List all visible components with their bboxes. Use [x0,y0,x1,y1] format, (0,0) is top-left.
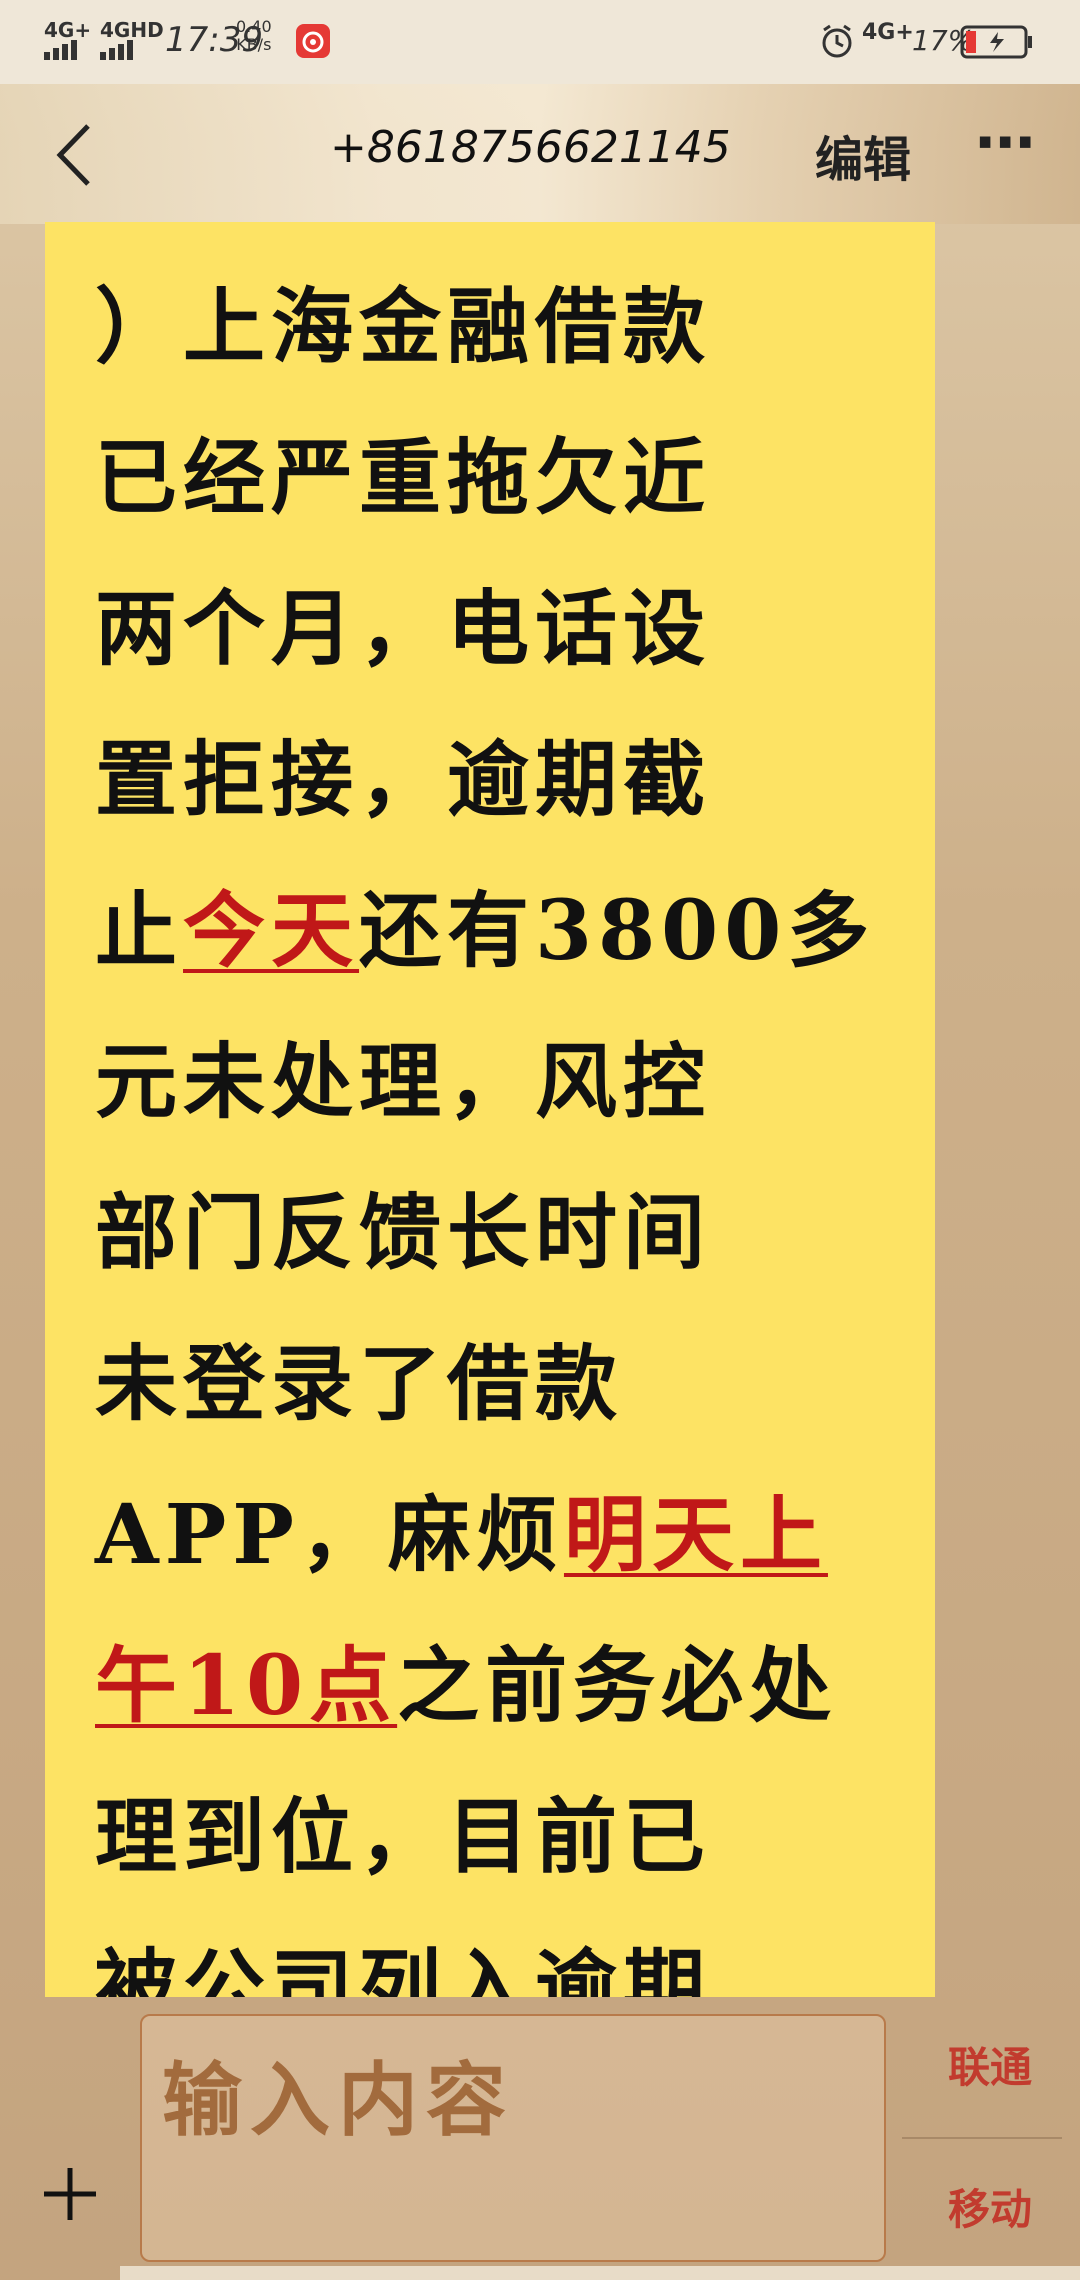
message-line: APP，麻烦明天上 [95,1460,915,1611]
highlighted-date-link[interactable]: 午10点 [95,1638,397,1734]
message-text: ）上海金融借款 已经严重拖欠近 两个月，电话设 置拒接，逾期截 止今天还有3800多 元未… [95,252,915,1997]
message-text-segment: 之前务必处 [397,1638,838,1734]
more-options-icon[interactable]: ⋯ [975,108,1035,178]
message-text-segment: 部门反馈长时间 [95,1185,712,1281]
message-text-segment: 元未处理，风控 [95,1034,712,1130]
message-input[interactable]: 输入内容 [140,2014,886,2262]
highlighted-date-link[interactable]: 明天上 [564,1487,828,1583]
status-bar: 4G+ 4GHD 17:39 0.40 KB/s 4G+ 17% [0,0,1080,84]
back-icon[interactable] [50,120,100,194]
message-text-segment: 还有3800多 [359,883,876,979]
signal-1: 4G+ [44,20,91,60]
message-line: 午10点之前务必处 [95,1611,915,1762]
message-line: 理到位，目前已 [95,1762,915,1913]
contact-number: +8618756621145 [330,122,731,173]
message-text-segment: 已经严重拖欠近 [95,430,712,526]
message-line: 部门反馈长时间 [95,1158,915,1309]
send-sim2-button[interactable]: 移动 [905,2176,1075,2237]
edit-button[interactable]: 编辑 [815,120,911,190]
message-input-placeholder: 输入内容 [162,2053,514,2147]
speed-value: 0.40 [236,17,272,36]
send-sim1-button[interactable]: 联通 [905,2034,1075,2095]
alarm-icon [818,22,856,64]
battery-icon [960,24,1034,64]
message-bubble[interactable]: ）上海金融借款 已经严重拖欠近 两个月，电话设 置拒接，逾期截 止今天还有3800多 元未… [45,222,935,1997]
conversation-header: +8618756621145 编辑 ⋯ [0,84,1080,224]
add-attachment-icon[interactable] [40,2164,100,2228]
message-text-segment: 被公司列入逾期 [95,1940,712,1997]
message-text-segment: 止 [95,883,184,979]
message-line: 两个月，电话设 [95,554,915,705]
network-type-2: 4GHD [100,18,164,42]
message-line: 止今天还有3800多 [95,856,915,1007]
message-line: 被公司列入逾期 [95,1913,915,1997]
message-line: 元未处理，风控 [95,1007,915,1158]
highlighted-date-link[interactable]: 今天 [183,883,359,979]
signal-bars-2-icon [100,40,136,60]
message-text-segment: 两个月，电话设 [95,581,712,677]
network-type-3: 4G+ [862,20,914,45]
speed-unit: KB/s [236,35,272,54]
network-type-1: 4G+ [44,18,92,42]
signal-bars-1-icon [44,40,80,60]
message-text-segment: 未登录了借款 [95,1336,624,1432]
message-line: 未登录了借款 [95,1309,915,1460]
message-line: ）上海金融借款 [95,252,915,403]
message-text-segment: 置拒接，逾期截 [95,732,712,828]
message-line: 置拒接，逾期截 [95,705,915,856]
network-speed: 0.40 KB/s [236,18,272,54]
keyboard-edge [120,2266,1080,2280]
message-text-segment: ）上海金融借款 [95,279,712,375]
signal-2: 4GHD [100,20,164,60]
message-line: 已经严重拖欠近 [95,403,915,554]
message-text-segment: APP，麻烦 [95,1487,564,1583]
message-text-segment: 理到位，目前已 [95,1789,712,1885]
sim-divider [902,2137,1062,2139]
music-app-icon [296,24,330,58]
